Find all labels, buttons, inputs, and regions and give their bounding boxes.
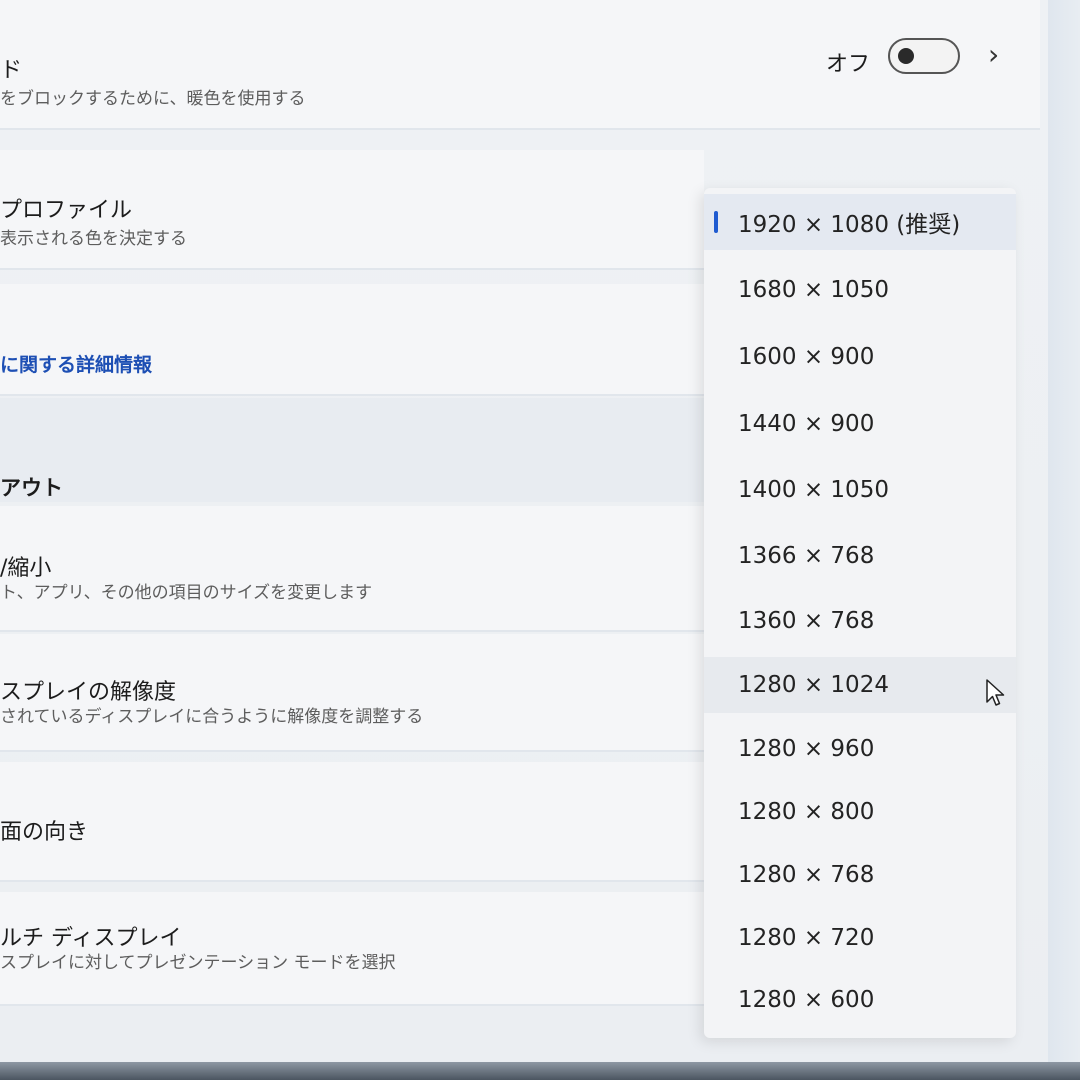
monitor-bezel-right (1048, 0, 1080, 1080)
resolution-option[interactable]: 1400 × 1050 (704, 462, 1016, 518)
layout-section-band (0, 398, 704, 502)
monitor-bezel-bottom (0, 1062, 1080, 1080)
hdr-link-row: に関する詳細情報 (0, 284, 704, 396)
toggle-knob (898, 48, 914, 64)
resolution-option[interactable]: 1680 × 1050 (704, 262, 1016, 318)
resolution-description: されているディスプレイに合うように解像度を調整する (0, 707, 424, 727)
mouse-pointer-icon (986, 679, 1005, 706)
chevron-right-icon[interactable]: › (988, 38, 999, 71)
scale-description: ト、アプリ、その他の項目のサイズを変更します (0, 583, 373, 603)
scale-card[interactable]: /縮小 ト、アプリ、その他の項目のサイズを変更します (0, 506, 704, 632)
resolution-option[interactable]: 1280 × 768 (704, 847, 1016, 903)
color-profile-description: 表示される色を決定する (0, 229, 187, 249)
resolution-option[interactable]: 1280 × 1024 (704, 657, 1016, 713)
resolution-card[interactable]: スプレイの解像度 されているディスプレイに合うように解像度を調整する (0, 634, 704, 752)
hdr-info-link[interactable]: に関する詳細情報 (0, 350, 152, 377)
settings-window: ド をブロックするために、暖色を使用する オフ › プロファイル 表示される色を… (0, 0, 1048, 1065)
multi-display-description: スプレイに対してプレゼンテーション モードを選択 (0, 953, 396, 973)
resolution-dropdown[interactable]: 1920 × 1080 (推奨) 1680 × 1050 1600 × 900 … (704, 188, 1016, 1038)
selected-indicator (714, 211, 718, 233)
night-light-card[interactable]: ド をブロックするために、暖色を使用する オフ › (0, 0, 1040, 130)
resolution-option[interactable]: 1600 × 900 (704, 329, 1016, 385)
night-light-title: ド (0, 58, 23, 83)
resolution-option[interactable]: 1280 × 600 (704, 972, 1016, 1028)
night-light-toggle[interactable] (888, 38, 960, 74)
orientation-title: 面の向き (0, 820, 89, 845)
resolution-option[interactable]: 1360 × 768 (704, 593, 1016, 649)
multi-display-card[interactable]: ルチ ディスプレイ スプレイに対してプレゼンテーション モードを選択 (0, 892, 704, 1006)
night-light-description: をブロックするために、暖色を使用する (0, 89, 306, 109)
color-profile-title: プロファイル (0, 198, 133, 223)
toggle-state-label: オフ (826, 52, 871, 77)
resolution-option[interactable]: 1280 × 720 (704, 910, 1016, 966)
color-profile-card[interactable]: プロファイル 表示される色を決定する (0, 150, 704, 270)
layout-section-heading: アウト (0, 476, 63, 500)
resolution-option[interactable]: 1920 × 1080 (推奨) (704, 194, 1016, 250)
resolution-option[interactable]: 1366 × 768 (704, 528, 1016, 584)
resolution-option[interactable]: 1280 × 960 (704, 721, 1016, 777)
resolution-option[interactable]: 1440 × 900 (704, 396, 1016, 452)
resolution-option[interactable]: 1280 × 800 (704, 784, 1016, 840)
orientation-card[interactable]: 面の向き (0, 762, 704, 882)
